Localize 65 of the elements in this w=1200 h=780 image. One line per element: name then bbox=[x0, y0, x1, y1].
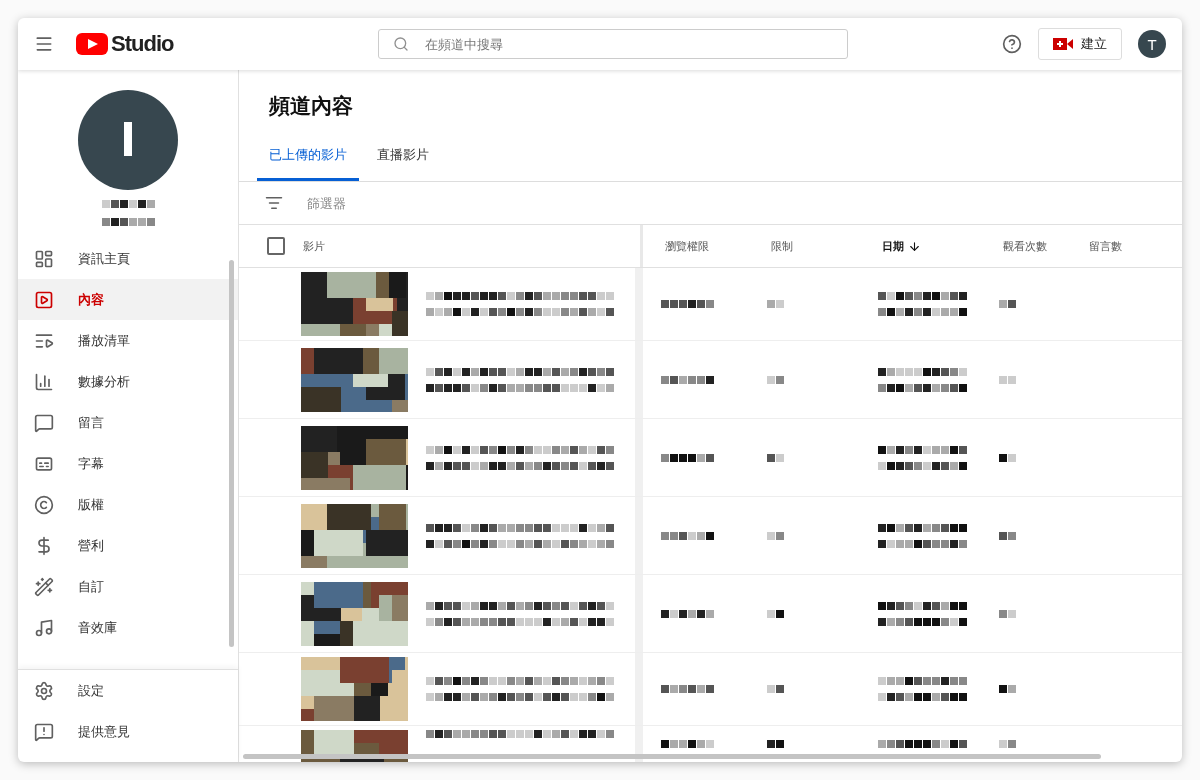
column-header[interactable]: 觀看次數 bbox=[981, 238, 1067, 254]
column-header[interactable]: 限制 bbox=[749, 238, 860, 254]
music-icon bbox=[34, 617, 54, 638]
nav-item[interactable]: 留言 bbox=[18, 402, 238, 443]
dashboard-icon bbox=[34, 248, 54, 269]
redacted-text bbox=[999, 375, 1016, 384]
filter-icon[interactable] bbox=[265, 194, 283, 212]
redacted-text bbox=[999, 740, 1016, 748]
video-plus-icon bbox=[1053, 38, 1073, 50]
redacted-text bbox=[767, 453, 784, 462]
feedback-icon bbox=[34, 721, 54, 742]
create-button[interactable]: 建立 bbox=[1038, 28, 1122, 60]
search-field[interactable]: 在頻道中搜尋 bbox=[378, 29, 849, 59]
redacted-text bbox=[767, 609, 784, 618]
redacted-text bbox=[661, 453, 714, 462]
column-header[interactable]: 日期 bbox=[860, 238, 981, 254]
wand-icon bbox=[34, 576, 54, 597]
redacted-text bbox=[767, 685, 784, 693]
copyright-icon bbox=[34, 494, 54, 515]
nav-item[interactable]: 音效庫 bbox=[18, 607, 238, 648]
redacted-text bbox=[661, 685, 714, 693]
nav-item[interactable]: 提供意見 bbox=[18, 711, 238, 752]
column-header[interactable]: 留言數 bbox=[1067, 238, 1182, 254]
nav-item[interactable]: 內容 bbox=[18, 279, 238, 320]
redacted-text bbox=[999, 685, 1016, 693]
menu-button[interactable] bbox=[34, 34, 54, 54]
comment-icon bbox=[34, 412, 54, 433]
column-header[interactable]: 瀏覽權限 bbox=[643, 238, 749, 254]
redacted-text bbox=[661, 740, 714, 748]
play-logo-icon bbox=[76, 33, 108, 55]
redacted-text bbox=[767, 300, 784, 308]
tab[interactable]: 已上傳的影片 bbox=[257, 138, 359, 181]
sort-down-icon bbox=[908, 239, 921, 253]
search-icon bbox=[393, 36, 410, 52]
redacted-text bbox=[999, 300, 1016, 308]
nav-item[interactable]: 播放清單 bbox=[18, 320, 238, 361]
redacted-text bbox=[661, 375, 714, 384]
redacted-text bbox=[999, 453, 1016, 462]
redacted-text bbox=[767, 740, 784, 748]
avatar[interactable]: T bbox=[1138, 30, 1166, 58]
redacted-text bbox=[101, 218, 155, 226]
redacted-text bbox=[767, 375, 784, 384]
settings-icon bbox=[34, 680, 54, 701]
logo-text: Studio bbox=[111, 31, 174, 57]
redacted-text bbox=[767, 531, 784, 540]
checkbox[interactable] bbox=[267, 237, 285, 255]
redacted-text bbox=[661, 531, 714, 540]
redacted-text bbox=[999, 531, 1016, 540]
redacted-text bbox=[101, 200, 155, 208]
page-title: 頻道內容 bbox=[268, 93, 354, 119]
nav-item[interactable]: 營利 bbox=[18, 525, 238, 566]
column-header[interactable]: 影片 bbox=[303, 238, 325, 254]
nav-item[interactable]: 數據分析 bbox=[18, 361, 238, 402]
redacted-text bbox=[661, 300, 714, 308]
redacted-text bbox=[999, 609, 1016, 618]
nav-item[interactable]: 資訊主頁 bbox=[18, 238, 238, 279]
nav-item[interactable]: 自訂 bbox=[18, 566, 238, 607]
tab[interactable]: 直播影片 bbox=[365, 138, 441, 181]
nav-item[interactable]: 設定 bbox=[18, 670, 238, 711]
video-icon bbox=[34, 289, 54, 310]
chart-icon bbox=[34, 371, 54, 392]
help-button[interactable] bbox=[1002, 34, 1022, 54]
nav-item[interactable]: 版權 bbox=[18, 484, 238, 525]
nav-item[interactable]: 字幕 bbox=[18, 443, 238, 484]
redacted-text bbox=[661, 609, 714, 618]
